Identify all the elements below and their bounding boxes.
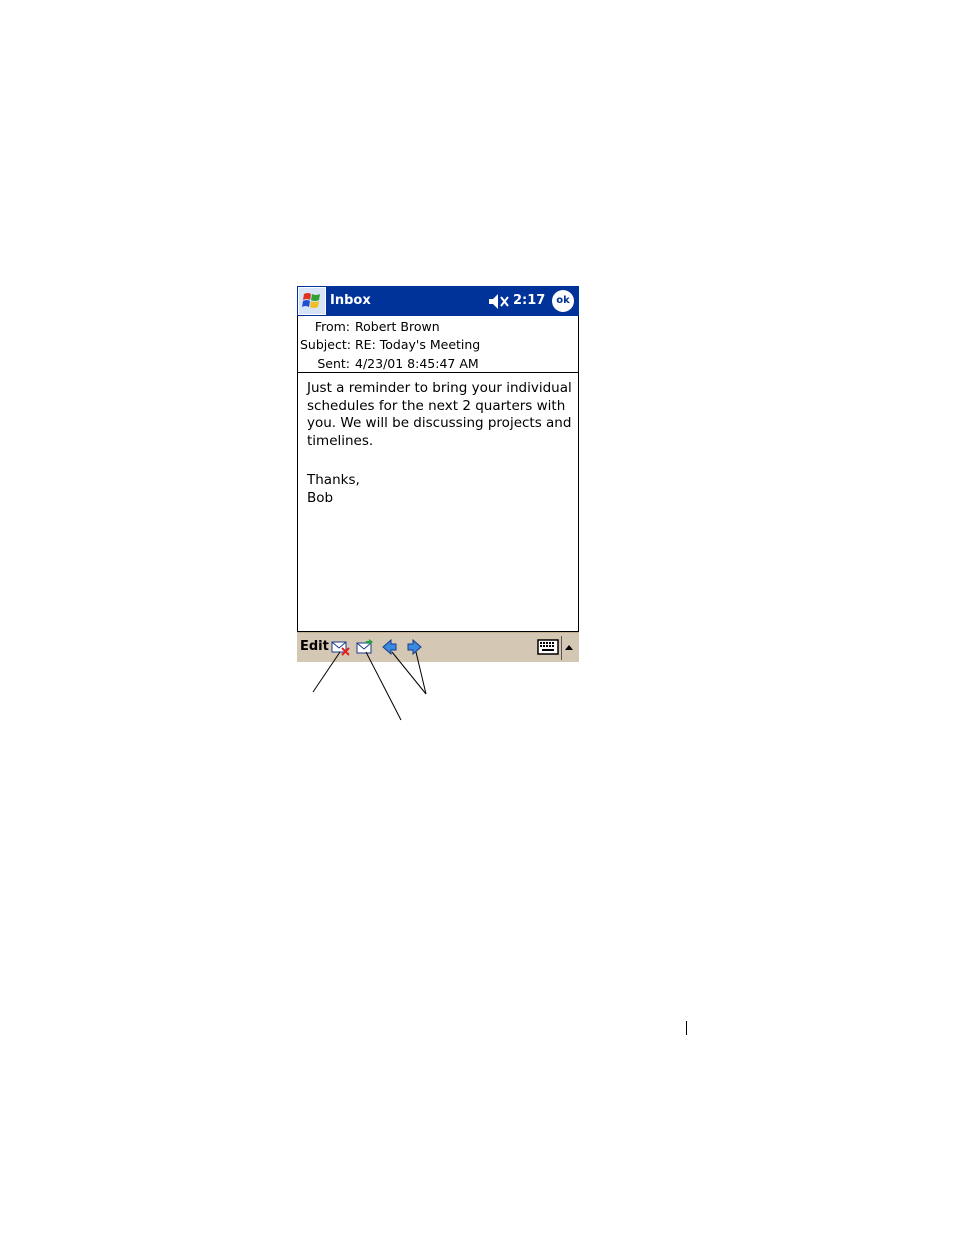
command-bar: Edit	[297, 632, 579, 662]
closing-text: Thanks,	[307, 472, 360, 488]
pocketpc-screen: Inbox 2:17 ok From: Robert Brown Subject:…	[297, 286, 579, 662]
subject-label: Subject:	[300, 337, 351, 352]
from-value: Robert Brown	[355, 319, 440, 334]
edit-menu[interactable]: Edit	[300, 639, 329, 655]
start-button[interactable]	[298, 287, 326, 315]
sip-up-arrow-icon[interactable]	[564, 643, 574, 651]
signature-text: Bob	[307, 489, 334, 506]
from-row: From: Robert Brown	[300, 319, 440, 334]
app-title: Inbox	[330, 293, 371, 308]
toolbar-separator	[561, 636, 562, 660]
speaker-muted-icon[interactable]	[488, 293, 510, 310]
keyboard-icon[interactable]	[537, 638, 559, 656]
previous-arrow-icon[interactable]	[380, 637, 400, 657]
title-bar: Inbox 2:17 ok	[297, 286, 579, 316]
subject-row: Subject: RE: Today's Meeting	[300, 337, 480, 352]
from-label: From:	[314, 319, 350, 334]
sent-value: 4/23/01 8:45:47 AM	[355, 356, 479, 371]
reply-message-icon[interactable]	[355, 637, 375, 657]
message-header: From: Robert Brown Subject: RE: Today's Me…	[297, 316, 579, 373]
page-margin-mark	[686, 1021, 687, 1035]
subject-value: RE: Today's Meeting	[355, 337, 481, 352]
sent-row: Sent: 4/23/01 8:45:47 AM	[300, 356, 479, 371]
sent-label: Sent:	[317, 356, 350, 371]
message-body[interactable]: Just a reminder to bring your individual…	[297, 373, 579, 632]
callout-line-reply	[365, 651, 402, 721]
clock[interactable]: 2:17	[513, 293, 545, 309]
body-paragraph: Just a reminder to bring your individual…	[307, 380, 572, 449]
next-arrow-icon[interactable]	[404, 637, 424, 657]
delete-message-icon[interactable]	[331, 637, 351, 657]
ok-button[interactable]: ok	[552, 290, 574, 312]
windows-flag-icon	[302, 293, 320, 308]
